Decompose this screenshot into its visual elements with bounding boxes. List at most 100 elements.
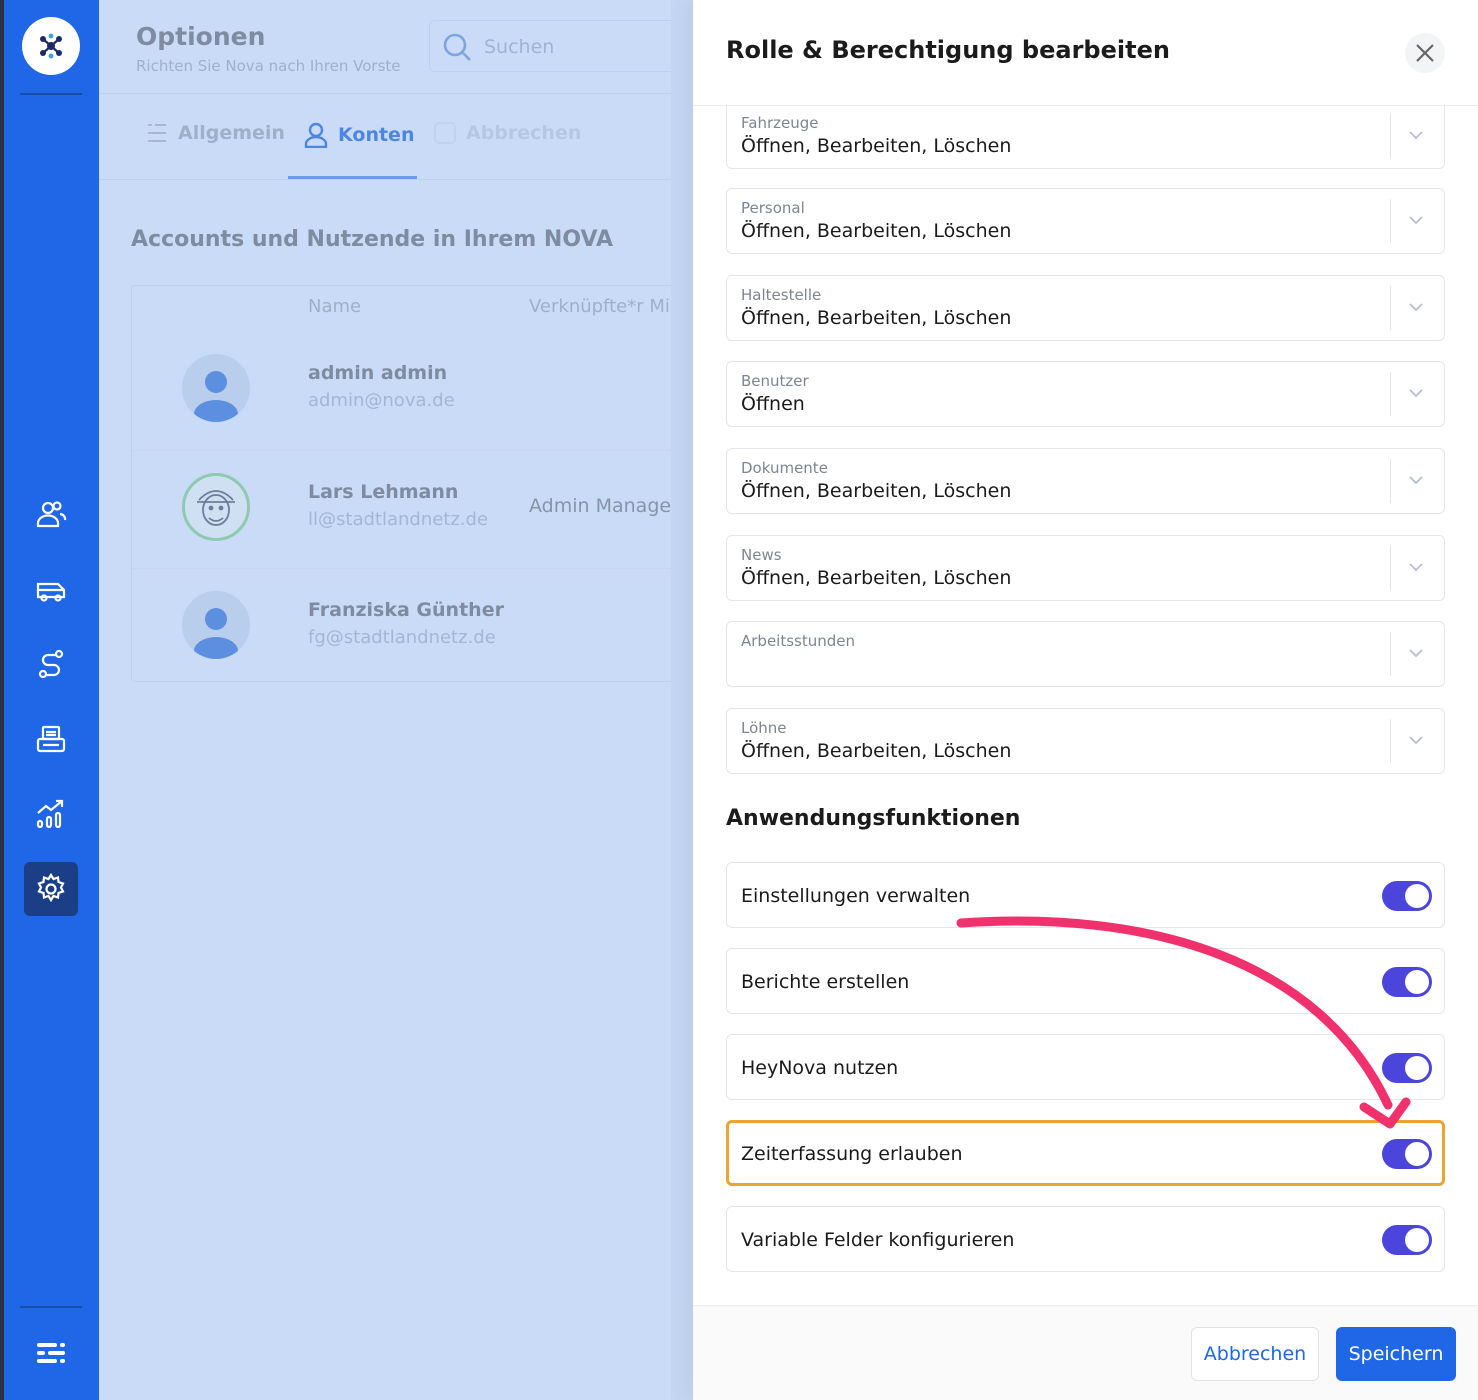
chevron-down-icon	[1409, 303, 1423, 312]
list-icon	[148, 124, 166, 142]
section-title: Accounts und Nutzende in Ihrem NOVA	[131, 227, 614, 252]
toggle-zeiterfassung[interactable]	[1382, 1139, 1432, 1169]
search-placeholder: Suchen	[484, 36, 555, 58]
users-icon[interactable]	[24, 487, 78, 541]
modal-title: Rolle & Berechtigung bearbeiten	[726, 36, 1170, 64]
tab-abbrechen[interactable]: Abbrechen	[434, 122, 581, 144]
function-row-berichte: Berichte erstellen	[726, 948, 1445, 1014]
chevron-down-icon	[1409, 389, 1423, 398]
permission-select-arbeitsstunden[interactable]: Arbeitsstunden	[726, 621, 1445, 687]
analytics-icon[interactable]	[24, 787, 78, 841]
function-label: Einstellungen verwalten	[741, 885, 971, 907]
account-email: fg@stadtlandnetz.de	[308, 627, 496, 648]
tab-label: Abbrechen	[466, 122, 582, 144]
permission-select-news[interactable]: News Öffnen, Bearbeiten, Löschen	[726, 535, 1445, 601]
rail-edge	[0, 0, 4, 1400]
modal-backdrop-edge	[671, 0, 693, 1400]
menu-icon[interactable]	[24, 1326, 78, 1380]
header-divider	[693, 105, 1478, 106]
toggle-knob	[1405, 970, 1429, 994]
avatar	[182, 473, 250, 541]
function-row-heynova: HeyNova nutzen	[726, 1034, 1445, 1100]
rail-divider	[20, 93, 82, 95]
function-row-einstellungen: Einstellungen verwalten	[726, 862, 1445, 928]
close-button[interactable]	[1405, 33, 1445, 73]
permission-value: Öffnen, Bearbeiten, Löschen	[741, 480, 1012, 502]
logo-icon[interactable]	[22, 17, 80, 75]
account-name: admin admin	[308, 362, 448, 384]
cancel-button[interactable]: Abbrechen	[1191, 1327, 1319, 1381]
toggle-knob	[1405, 1056, 1429, 1080]
permission-label: Löhne	[741, 719, 787, 737]
permission-select-dokumente[interactable]: Dokumente Öffnen, Bearbeiten, Löschen	[726, 448, 1445, 514]
tab-konten[interactable]: Konten	[304, 122, 414, 148]
permission-select-haltestelle[interactable]: Haltestelle Öffnen, Bearbeiten, Löschen	[726, 275, 1445, 341]
chevron-down-icon	[1409, 476, 1423, 485]
toggle-heynova[interactable]	[1382, 1053, 1432, 1083]
tab-label: Konten	[338, 124, 415, 146]
permission-label: Arbeitsstunden	[741, 632, 856, 650]
permission-label: Fahrzeuge	[741, 114, 819, 132]
settings-icon[interactable]	[24, 862, 78, 916]
account-name: Franziska Günther	[308, 599, 504, 621]
page-header: Optionen Richten Sie Nova nach Ihren Vor…	[99, 0, 693, 94]
chevron-down-icon	[1409, 563, 1423, 572]
tab-bar: Allgemein Konten Abbrechen	[99, 94, 693, 180]
bus-icon[interactable]	[24, 562, 78, 616]
account-role: Admin Manager	[529, 495, 679, 517]
sidebar	[0, 0, 99, 1400]
chevron-down-icon	[1409, 649, 1423, 658]
printer-icon[interactable]	[24, 712, 78, 766]
table-row[interactable]: Franziska Günther fg@stadtlandnetz.de	[132, 568, 693, 686]
search-icon	[443, 33, 471, 61]
permission-value: Öffnen, Bearbeiten, Löschen	[741, 220, 1012, 242]
route-icon[interactable]	[24, 637, 78, 691]
toggle-variable-felder[interactable]	[1382, 1225, 1432, 1255]
divider	[1390, 719, 1391, 763]
permission-value: Öffnen, Bearbeiten, Löschen	[741, 307, 1012, 329]
permission-value: Öffnen, Bearbeiten, Löschen	[741, 740, 1012, 762]
permission-select-benutzer[interactable]: Benutzer Öffnen	[726, 361, 1445, 427]
permission-select-fahrzeuge[interactable]: Fahrzeuge Öffnen, Bearbeiten, Löschen	[726, 104, 1445, 169]
toggle-knob	[1405, 1142, 1429, 1166]
function-label: Berichte erstellen	[741, 971, 910, 993]
divider	[1390, 199, 1391, 243]
account-name: Lars Lehmann	[308, 481, 459, 503]
accounts-table: Name Verknüpfte*r Mi admin admin admin@n…	[131, 285, 693, 682]
options-page: Optionen Richten Sie Nova nach Ihren Vor…	[99, 0, 693, 1400]
divider	[1390, 459, 1391, 503]
avatar	[182, 591, 250, 659]
page-subtitle: Richten Sie Nova nach Ihren Vorste	[136, 57, 401, 75]
toggle-einstellungen[interactable]	[1382, 881, 1432, 911]
permission-select-loehne[interactable]: Löhne Öffnen, Bearbeiten, Löschen	[726, 708, 1445, 774]
permission-value: Öffnen	[741, 393, 805, 415]
rail-divider-bottom	[20, 1306, 82, 1308]
search-input[interactable]: Suchen	[429, 20, 693, 72]
function-row-variable-felder: Variable Felder konfigurieren	[726, 1206, 1445, 1272]
divider	[1390, 546, 1391, 590]
permission-label: News	[741, 546, 782, 564]
function-label: Variable Felder konfigurieren	[741, 1229, 1015, 1251]
functions-heading: Anwendungsfunktionen	[726, 806, 1021, 831]
permission-label: Benutzer	[741, 372, 809, 390]
table-row[interactable]: admin admin admin@nova.de	[132, 332, 693, 450]
divider	[1390, 114, 1391, 158]
permission-select-personal[interactable]: Personal Öffnen, Bearbeiten, Löschen	[726, 188, 1445, 254]
tab-allgemein[interactable]: Allgemein	[146, 122, 285, 144]
column-header-linked: Verknüpfte*r Mi	[529, 296, 670, 317]
page-title: Optionen	[136, 22, 266, 51]
active-tab-indicator	[288, 176, 417, 179]
permission-value: Öffnen, Bearbeiten, Löschen	[741, 567, 1012, 589]
cancel-icon	[434, 122, 456, 144]
toggle-berichte[interactable]	[1382, 967, 1432, 997]
toggle-knob	[1405, 884, 1429, 908]
edit-role-modal: Rolle & Berechtigung bearbeiten Fahrzeug…	[693, 0, 1478, 1400]
close-icon	[1416, 44, 1434, 62]
table-row[interactable]: Lars Lehmann ll@stadtlandnetz.de Admin M…	[132, 450, 693, 568]
chevron-down-icon	[1409, 216, 1423, 225]
avatar	[182, 354, 250, 422]
account-email: admin@nova.de	[308, 390, 455, 411]
column-header-name: Name	[308, 296, 362, 317]
account-email: ll@stadtlandnetz.de	[308, 509, 489, 530]
save-button[interactable]: Speichern	[1336, 1327, 1456, 1381]
